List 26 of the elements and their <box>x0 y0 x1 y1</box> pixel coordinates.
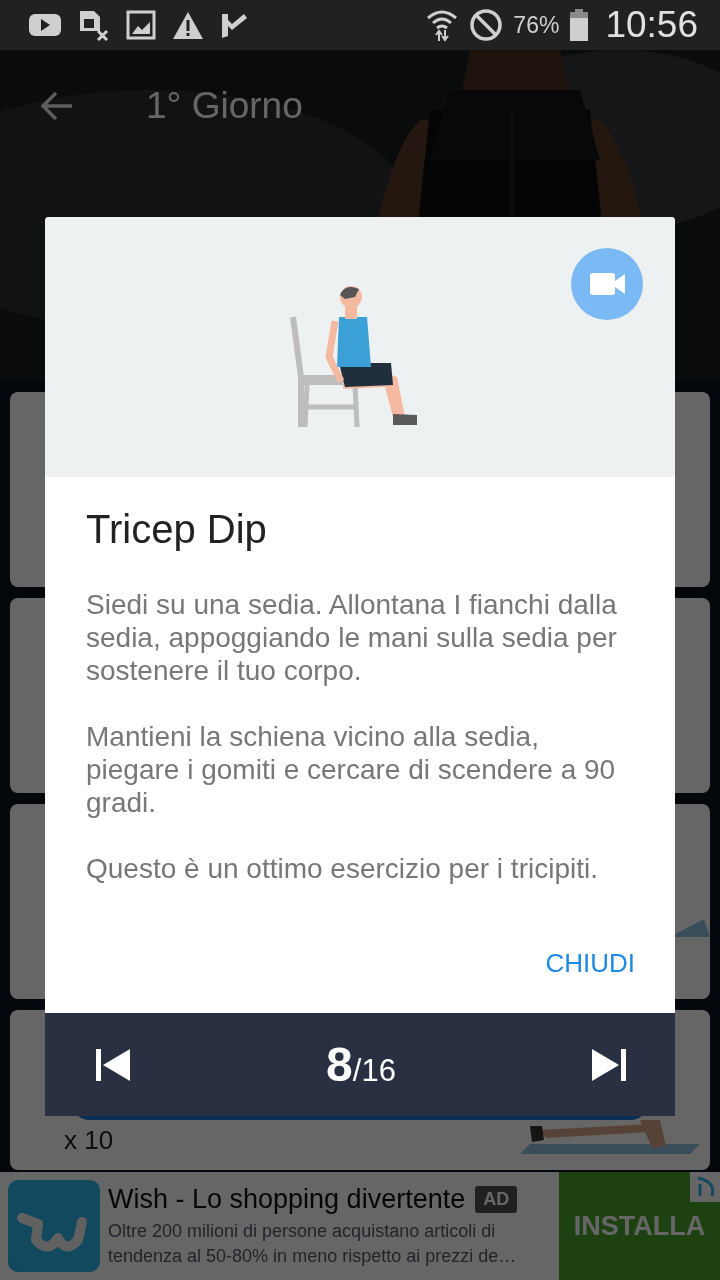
blocked-icon <box>469 8 504 42</box>
warning-icon <box>172 10 204 40</box>
clock-time: 10:56 <box>605 4 698 46</box>
repetition-count: x 10 <box>64 1125 114 1157</box>
exercise-total: /16 <box>352 1053 396 1089</box>
close-button[interactable]: CHIUDI <box>545 944 635 983</box>
back-arrow-icon[interactable] <box>40 91 74 121</box>
app-logo-icon <box>8 1180 100 1272</box>
ad-badge: AD <box>475 1185 518 1213</box>
current-exercise-number: 8 <box>326 1037 353 1092</box>
ad-info-icon <box>690 1172 720 1202</box>
exercise-title: Tricep Dip <box>86 507 268 552</box>
exercise-description: Questo è un ottimo esercizio per i tricipiti. <box>86 852 599 885</box>
skip-previous-icon[interactable] <box>95 1047 131 1082</box>
skip-next-icon[interactable] <box>591 1047 627 1082</box>
play-icon <box>28 12 62 38</box>
exercise-description: Mantieni la schiena vicino alla sedia, piegare i gomiti e cercare di scendere a 90 gradi. <box>86 720 617 819</box>
exercise-description: Siedi su una sedia. Allontana I fianchi dalla sedia, appoggiando le mani sulla sedia per sostenere il tuo corpo. <box>86 588 618 687</box>
ad-title: Wish - Lo shopping divertente <box>108 1183 466 1215</box>
install-button[interactable]: INSTALLA <box>559 1172 720 1280</box>
ad-banner[interactable]: Wish - Lo shopping divertente AD Oltre 200 milioni di persone acquistano articoli di tendenza al 50-80% in meno rispetto ai prezzi de… INSTALLA <box>0 1172 720 1280</box>
ad-description: Oltre 200 milioni di persone acquistano articoli di tendenza al 50-80% in meno rispetto ai prezzi de… <box>108 1219 518 1268</box>
image-icon <box>126 10 156 40</box>
battery-icon <box>569 8 590 42</box>
screen-title: 1° Giorno <box>146 85 303 127</box>
battery-percentage: 76% <box>513 11 560 39</box>
